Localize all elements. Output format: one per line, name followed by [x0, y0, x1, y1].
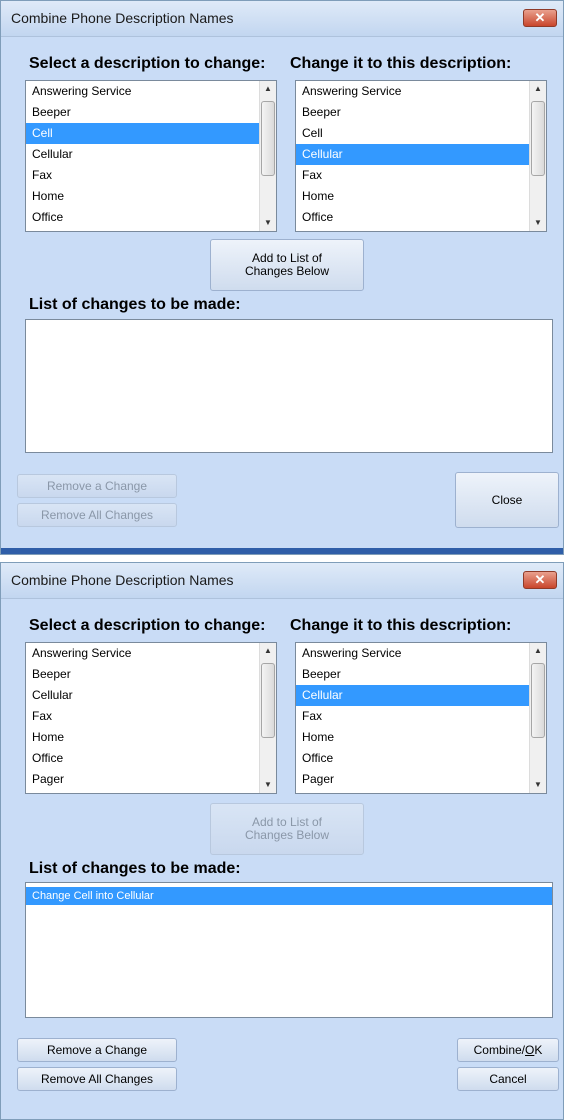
list-item[interactable]: Office	[26, 748, 276, 769]
footer-edge	[1, 548, 563, 554]
close-icon[interactable]: ✕	[523, 9, 557, 27]
scroll-up-icon[interactable]: ▲	[260, 81, 276, 97]
list-item[interactable]: Pager	[26, 769, 276, 790]
list-item[interactable]: Office	[26, 207, 276, 228]
changes-list-label: List of changes to be made:	[29, 860, 241, 877]
close-button[interactable]: Close	[455, 472, 559, 528]
combine-dialog-2: Combine Phone Description Names ✕ Select…	[0, 562, 564, 1120]
list-item[interactable]: Office	[296, 748, 546, 769]
remove-all-changes-button[interactable]: Remove All Changes	[17, 1067, 177, 1091]
scroll-up-icon[interactable]: ▲	[260, 643, 276, 659]
list-item[interactable]: Beeper	[296, 102, 546, 123]
list-item[interactable]: Beeper	[26, 664, 276, 685]
scroll-thumb[interactable]	[531, 101, 545, 176]
remove-all-changes-button[interactable]: Remove All Changes	[17, 503, 177, 527]
list-item[interactable]: Fax	[26, 165, 276, 186]
add-button-line2: Changes Below	[244, 828, 330, 842]
changes-list-label: List of changes to be made:	[29, 296, 241, 313]
target-description-list[interactable]: Answering Service Beeper Cellular Fax Home Of…	[295, 642, 547, 794]
list-item[interactable]: Answering Service	[26, 643, 276, 664]
change-description-label: Change it to this description:	[290, 55, 512, 72]
scrollbar[interactable]: ▲ ▼	[259, 81, 276, 231]
combine-label-suffix: K	[534, 1042, 543, 1057]
list-item[interactable]: Cellular	[296, 685, 546, 706]
list-item[interactable]: Answering Service	[296, 81, 546, 102]
list-item[interactable]: Cell	[296, 123, 546, 144]
list-item[interactable]: Beeper	[26, 102, 276, 123]
title-bar: Combine Phone Description Names ✕	[1, 563, 563, 599]
select-description-label: Select a description to change:	[29, 617, 266, 634]
list-item[interactable]: Home	[296, 727, 546, 748]
list-item[interactable]: Office	[296, 207, 546, 228]
add-button-line2: Changes Below	[244, 264, 330, 278]
scroll-down-icon[interactable]: ▼	[260, 777, 276, 793]
remove-change-button[interactable]: Remove a Change	[17, 474, 177, 498]
scroll-down-icon[interactable]: ▼	[530, 215, 546, 231]
list-item[interactable]: Cellular	[296, 144, 546, 165]
cancel-button[interactable]: Cancel	[457, 1067, 559, 1091]
scroll-up-icon[interactable]: ▲	[530, 81, 546, 97]
list-item[interactable]: Fax	[296, 706, 546, 727]
scroll-thumb[interactable]	[531, 663, 545, 738]
scroll-down-icon[interactable]: ▼	[260, 215, 276, 231]
close-icon[interactable]: ✕	[523, 571, 557, 589]
scrollbar[interactable]: ▲ ▼	[259, 643, 276, 793]
scroll-thumb[interactable]	[261, 663, 275, 738]
changes-list[interactable]	[25, 319, 553, 453]
add-to-list-button[interactable]: Add to List of Changes Below	[210, 803, 364, 855]
dialog-title: Combine Phone Description Names	[11, 10, 234, 26]
list-item[interactable]: Beeper	[296, 664, 546, 685]
combine-label-prefix: Combine/	[473, 1042, 525, 1057]
combine-dialog-1: Combine Phone Description Names ✕ Select…	[0, 0, 564, 555]
list-item[interactable]: Cellular	[26, 685, 276, 706]
add-to-list-button[interactable]: Add to List of Changes Below	[210, 239, 364, 291]
scrollbar[interactable]: ▲ ▼	[529, 643, 546, 793]
source-description-list[interactable]: Answering Service Beeper Cell Cellular Fax Ho…	[25, 80, 277, 232]
remove-change-button[interactable]: Remove a Change	[17, 1038, 177, 1062]
scrollbar[interactable]: ▲ ▼	[529, 81, 546, 231]
list-item[interactable]: Fax	[26, 706, 276, 727]
combine-label-accel: O	[525, 1042, 535, 1057]
list-item[interactable]: Fax	[296, 165, 546, 186]
list-item[interactable]: Home	[26, 727, 276, 748]
target-description-list[interactable]: Answering Service Beeper Cell Cellular Fax Ho…	[295, 80, 547, 232]
select-description-label: Select a description to change:	[29, 55, 266, 72]
dialog-title: Combine Phone Description Names	[11, 572, 234, 588]
changes-list[interactable]: Change Cell into Cellular	[25, 882, 553, 1018]
change-row[interactable]: Change Cell into Cellular	[26, 887, 552, 905]
combine-ok-button[interactable]: Combine/O K	[457, 1038, 559, 1062]
list-item[interactable]: Answering Service	[26, 81, 276, 102]
list-item[interactable]: Home	[296, 186, 546, 207]
list-item[interactable]: Home	[26, 186, 276, 207]
list-item[interactable]: Pager	[296, 769, 546, 790]
list-item[interactable]: Cell	[26, 123, 276, 144]
title-bar: Combine Phone Description Names ✕	[1, 1, 563, 37]
scroll-up-icon[interactable]: ▲	[530, 643, 546, 659]
list-item[interactable]: Answering Service	[296, 643, 546, 664]
change-description-label: Change it to this description:	[290, 617, 512, 634]
scroll-down-icon[interactable]: ▼	[530, 777, 546, 793]
scroll-thumb[interactable]	[261, 101, 275, 176]
list-item[interactable]: Cellular	[26, 144, 276, 165]
source-description-list[interactable]: Answering Service Beeper Cellular Fax Home Of…	[25, 642, 277, 794]
